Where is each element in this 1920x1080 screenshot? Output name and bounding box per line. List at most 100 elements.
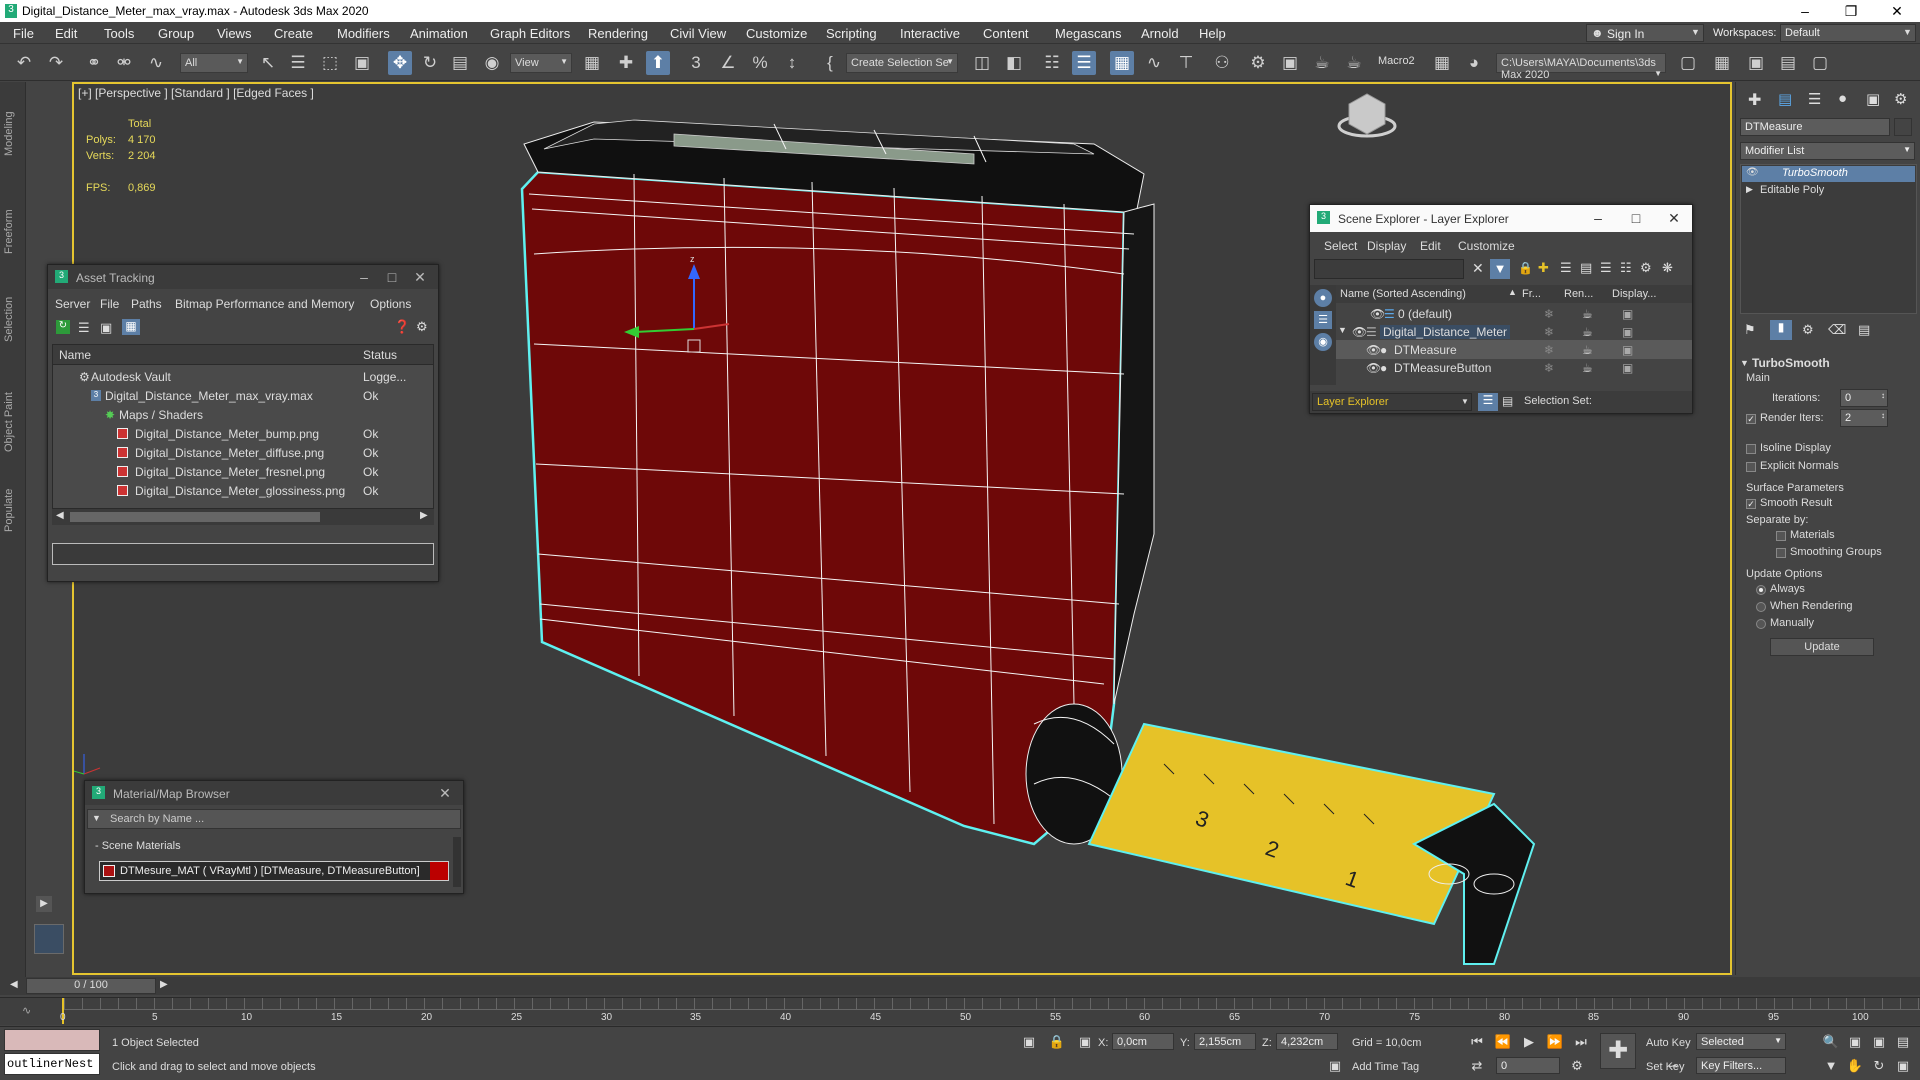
freeze-icon[interactable]: ❄ xyxy=(1544,361,1554,375)
menu-animation[interactable]: Animation xyxy=(410,26,468,41)
materials-checkbox[interactable] xyxy=(1776,531,1786,541)
maximize-icon[interactable]: □ xyxy=(1622,210,1650,226)
workspace-icon[interactable]: ▤ xyxy=(1776,51,1800,75)
render-production-icon[interactable]: ☕ xyxy=(1310,51,1334,75)
close-icon[interactable]: ✕ xyxy=(406,269,434,286)
minimize-icon[interactable]: – xyxy=(1584,210,1612,226)
display-icon[interactable]: ▣ xyxy=(1622,361,1633,375)
tab-selection[interactable]: Selection xyxy=(3,282,23,342)
layer-sort-icon[interactable]: ▤ xyxy=(1580,260,1592,276)
menu-file[interactable]: File xyxy=(13,26,34,41)
asset-path-field[interactable] xyxy=(52,543,434,565)
viewport-thumb[interactable] xyxy=(34,924,64,954)
column-name[interactable]: Name (Sorted Ascending) xyxy=(1340,288,1466,300)
eye-icon[interactable]: 👁 xyxy=(1366,361,1381,375)
utilities-tab-icon[interactable]: ⚙ xyxy=(1894,90,1907,108)
render-setup-icon[interactable]: ⚙ xyxy=(1246,51,1270,75)
clear-search-icon[interactable]: ✕ xyxy=(1472,260,1484,277)
layer-stack-icon[interactable]: ☰ xyxy=(1600,260,1612,276)
y-coordinate-field[interactable]: 2,155cm xyxy=(1194,1033,1256,1050)
set-key-button[interactable]: ✚ xyxy=(1600,1033,1636,1069)
scrollbar-thumb[interactable] xyxy=(70,512,320,522)
selection-filter-dropdown[interactable]: All ▼ xyxy=(180,53,248,73)
tab-modeling[interactable]: Modeling xyxy=(3,96,23,156)
render-iterative-icon[interactable]: ☕ xyxy=(1342,51,1366,75)
edit-named-sets-icon[interactable]: { xyxy=(818,51,842,75)
modify-tab-icon[interactable]: ▤ xyxy=(1778,90,1792,108)
isoline-checkbox[interactable] xyxy=(1746,444,1756,454)
lock-icon[interactable]: 🔒 xyxy=(1518,261,1533,275)
display-icon[interactable]: ▣ xyxy=(1622,343,1633,357)
menu-civil-view[interactable]: Civil View xyxy=(670,26,726,41)
menu-create[interactable]: Create xyxy=(274,26,313,41)
bind-spacewarp-icon[interactable]: ∿ xyxy=(144,51,168,75)
menu-customize[interactable]: Customize xyxy=(746,26,807,41)
list-item[interactable]: 👁 ● DTMeasure ❄ ☕ ▣ xyxy=(1336,340,1692,359)
stack-item-editable-poly[interactable]: ▶ Editable Poly xyxy=(1742,183,1915,199)
stack-item-turbosmooth[interactable]: 👁 TurboSmooth xyxy=(1742,166,1915,182)
place-icon[interactable]: ◉ xyxy=(480,51,504,75)
menu-views[interactable]: Views xyxy=(217,26,251,41)
create-layer-icon[interactable]: ✚ xyxy=(1538,260,1549,276)
zoom-extents-icon[interactable]: ▣ xyxy=(1870,1033,1888,1051)
snap-toggle-icon[interactable]: 3 xyxy=(684,51,708,75)
scroll-left-icon[interactable]: ◀ xyxy=(56,510,64,521)
close-button[interactable]: ✕ xyxy=(1874,0,1920,22)
motion-tab-icon[interactable]: ● xyxy=(1838,90,1847,107)
highlight-layer-icon[interactable]: ⚙ xyxy=(1640,260,1652,276)
menu-customize[interactable]: Customize xyxy=(1458,239,1515,253)
add-time-tag[interactable]: Add Time Tag xyxy=(1352,1061,1419,1073)
menu-bitmap-performance[interactable]: Bitmap Performance and Memory xyxy=(175,297,354,311)
menu-help[interactable]: Help xyxy=(1199,26,1226,41)
environment-icon[interactable]: ◕ xyxy=(1462,51,1486,75)
isolate-selection-icon[interactable]: ▣ xyxy=(1020,1033,1038,1051)
key-mode-icon[interactable]: ⇄ xyxy=(1468,1057,1486,1075)
menu-display[interactable]: Display xyxy=(1367,239,1406,253)
smoothing-groups-checkbox[interactable] xyxy=(1776,548,1786,558)
mirror-icon[interactable]: ◫ xyxy=(970,51,994,75)
maximize-icon[interactable]: □ xyxy=(378,269,406,285)
horizontal-scrollbar[interactable]: ◀ ▶ xyxy=(52,509,434,525)
freeze-icon[interactable]: ❄ xyxy=(1544,343,1554,357)
time-config-icon[interactable]: ⚙ xyxy=(1568,1057,1586,1075)
table-row[interactable]: Digital_Distance_Meter_bump.png Ok xyxy=(53,424,433,443)
layer-list-icon[interactable]: ☷ xyxy=(1620,260,1632,276)
freeze-icon[interactable]: ❄ xyxy=(1544,307,1554,321)
pivot-center-icon[interactable]: ▦ xyxy=(580,51,604,75)
eye-icon[interactable]: 👁 xyxy=(1366,343,1381,357)
auto-key-button[interactable]: Auto Key xyxy=(1646,1037,1691,1049)
macro-label[interactable]: Macro2 xyxy=(1378,55,1415,67)
material-item[interactable]: DTMesure_MAT ( VRayMtl ) [DTMeasure, DTM… xyxy=(99,861,449,881)
select-move-icon[interactable]: ✥ xyxy=(388,51,412,75)
frame-counter[interactable]: 0 / 100 xyxy=(26,978,156,994)
table-view-icon[interactable]: ▦ xyxy=(122,319,140,335)
menu-megascans[interactable]: Megascans xyxy=(1055,26,1121,41)
list-view-icon[interactable]: ☰ xyxy=(78,320,90,336)
unlink-icon[interactable]: ⚮ xyxy=(112,51,136,75)
eye-icon[interactable]: 👁 xyxy=(1746,167,1759,178)
spinner-arrows-icon[interactable]: ↕ xyxy=(1881,391,1885,400)
menu-file[interactable]: File xyxy=(100,297,119,311)
key-filter-icon[interactable]: ∽ xyxy=(1664,1057,1682,1075)
column-display[interactable]: Display... xyxy=(1612,288,1656,300)
toggle-scene-explorer-icon[interactable]: ☷ xyxy=(1040,51,1064,75)
render-icon[interactable]: ☕ xyxy=(1582,307,1593,321)
pan-icon[interactable]: ✋ xyxy=(1846,1057,1864,1075)
column-status[interactable]: Status xyxy=(363,348,397,362)
next-key-icon[interactable]: ⏩ xyxy=(1546,1033,1564,1051)
render-iters-checkbox[interactable]: ✓ xyxy=(1746,414,1756,424)
object-color-swatch[interactable] xyxy=(1894,118,1912,136)
render-icon[interactable]: ☕ xyxy=(1582,343,1593,357)
freeze-icon[interactable]: ❄ xyxy=(1544,325,1554,339)
remove-modifier-icon[interactable]: ⌫ xyxy=(1828,322,1846,338)
angle-snap-icon[interactable]: ∠ xyxy=(716,51,740,75)
tab-freeform[interactable]: Freeform xyxy=(3,194,23,254)
menu-tools[interactable]: Tools xyxy=(104,26,134,41)
iterations-spinner[interactable]: 0 ↕ xyxy=(1840,389,1888,407)
tab-object-paint[interactable]: Object Paint xyxy=(3,362,23,452)
link-icon[interactable]: ⚭ xyxy=(82,51,106,75)
explicit-normals-checkbox[interactable] xyxy=(1746,462,1756,472)
vertical-scrollbar[interactable] xyxy=(453,837,461,887)
scroll-right-icon[interactable]: ▶ xyxy=(420,510,428,521)
selection-lock-icon[interactable]: 🔒 xyxy=(1048,1033,1066,1051)
